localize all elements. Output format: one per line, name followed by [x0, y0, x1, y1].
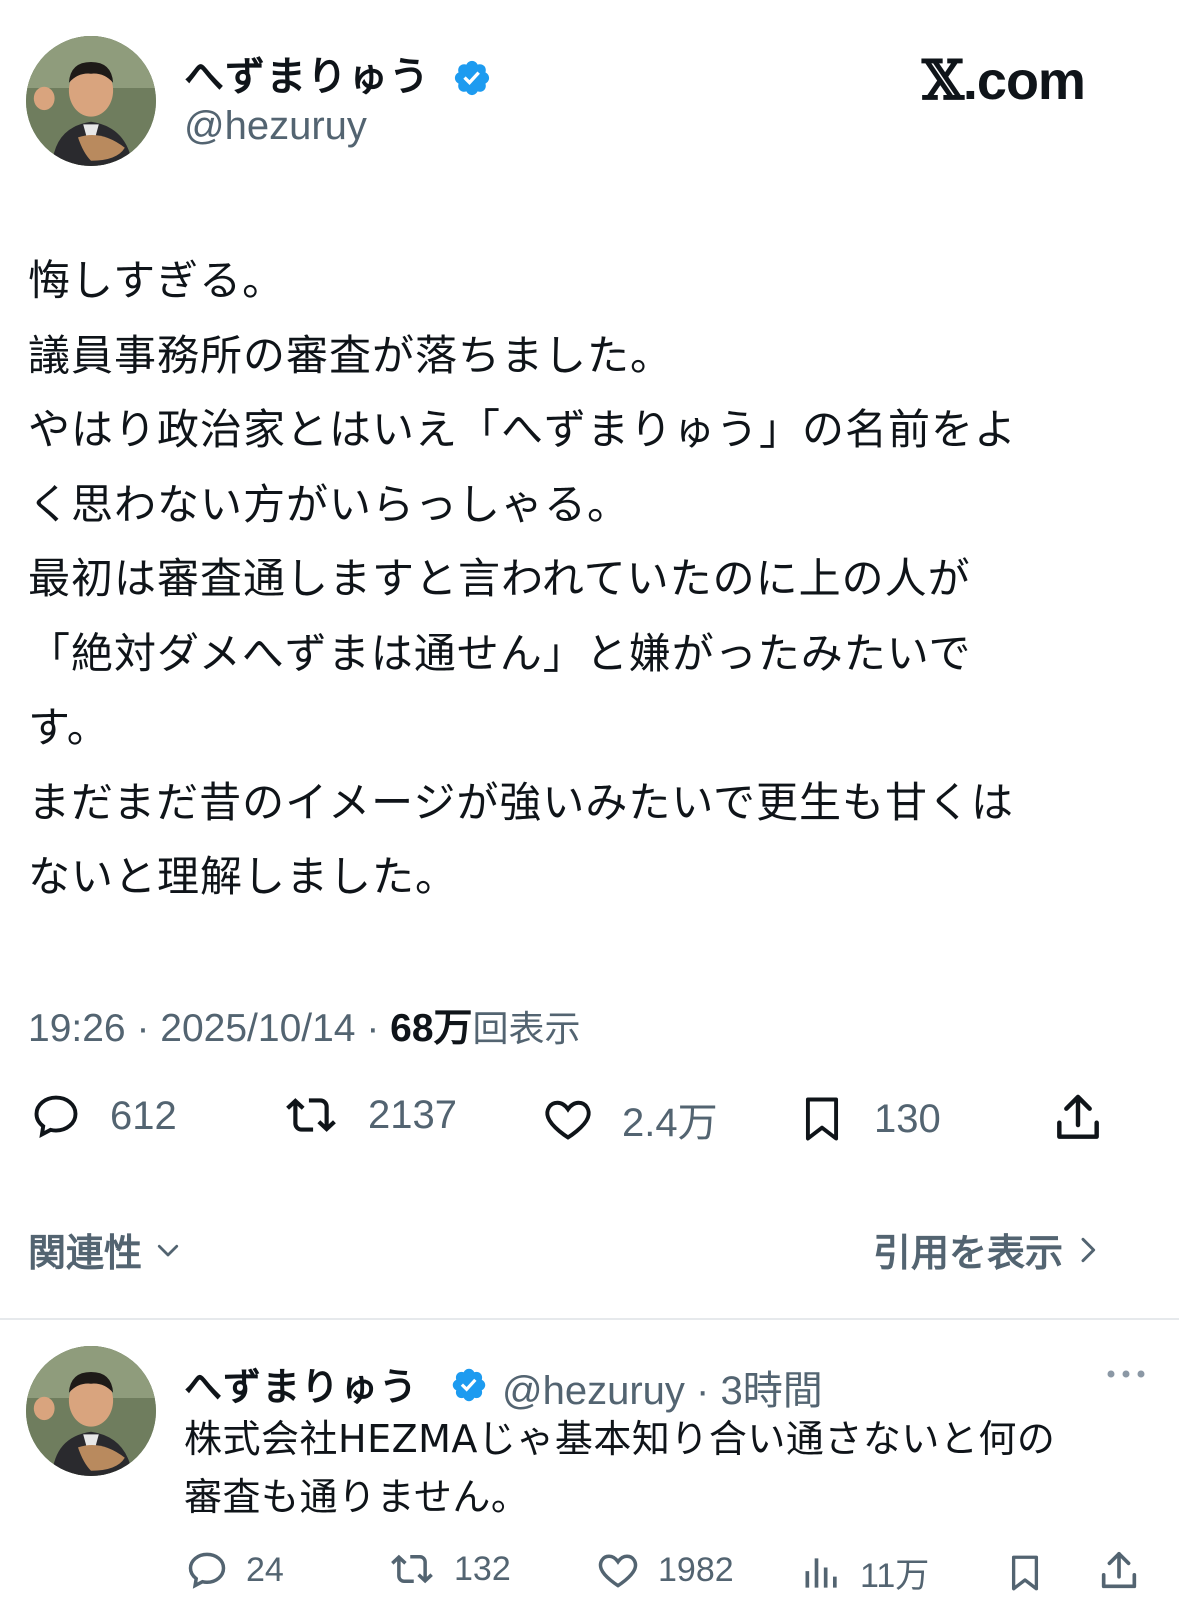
view-quotes-link[interactable]: 引用を表示	[873, 1222, 1103, 1277]
reply-time: 3時間	[720, 1369, 823, 1413]
chevron-right-icon	[1081, 1237, 1096, 1262]
share-icon	[1101, 1551, 1137, 1589]
bookmark-icon	[805, 1097, 839, 1141]
xcom-logo: 𝕏.com	[922, 48, 1086, 112]
chevron-down-icon	[157, 1244, 179, 1256]
reply-author-name[interactable]: へずまりゅう	[184, 1356, 418, 1411]
repost-button[interactable]: 2137	[280, 1090, 457, 1140]
bookmark-count: 130	[874, 1096, 941, 1141]
repost-count: 2137	[368, 1092, 457, 1137]
repost-icon	[391, 1554, 433, 1584]
bookmark-icon	[1011, 1555, 1039, 1591]
reply-text: 株式会社HEZMAじゃ基本知り合い通さないと何の 審査も通りません。	[184, 1417, 1056, 1519]
quotes-label: 引用を表示	[872, 1231, 1063, 1275]
views-count: 68万	[390, 1007, 473, 1050]
avatar-image	[26, 1346, 156, 1476]
reply-repost-button[interactable]: 132	[386, 1548, 511, 1590]
reply-icon	[34, 1095, 78, 1138]
reply-reply-button[interactable]: 24	[184, 1548, 284, 1592]
reply-button[interactable]: 612	[28, 1090, 177, 1142]
verified-badge-icon	[454, 60, 490, 96]
like-button[interactable]: 2.4万	[540, 1090, 718, 1148]
reply-handle-time: @hezuruy · 3時間	[502, 1358, 823, 1416]
share-button[interactable]	[1050, 1090, 1106, 1146]
avatar-image	[26, 36, 156, 166]
like-icon	[545, 1100, 591, 1140]
views-icon	[805, 1557, 837, 1588]
reply-like-button[interactable]: 1982	[594, 1548, 734, 1592]
meta-separator: ·	[366, 1007, 391, 1050]
reply-like-count: 1982	[658, 1550, 734, 1589]
reply-count: 612	[110, 1093, 177, 1138]
reply-views-count: 11万	[860, 1557, 930, 1595]
more-icon[interactable]	[1104, 1366, 1148, 1382]
reply-avatar[interactable]	[26, 1346, 156, 1476]
meta-separator: ·	[684, 1369, 721, 1413]
related-sort-toggle[interactable]: 関連性	[28, 1222, 188, 1277]
views-label: 回表示	[472, 1009, 581, 1050]
x-logo-icon: 𝕏	[922, 48, 964, 112]
reply-repost-count: 132	[454, 1549, 511, 1588]
avatar[interactable]	[26, 36, 156, 166]
like-icon	[598, 1554, 638, 1588]
reply-views-button[interactable]: 11万	[800, 1548, 929, 1597]
xcom-suffix: .com	[962, 51, 1086, 111]
divider	[0, 1318, 1179, 1320]
tweet-meta: 19:26 · 2025/10/14 · 68万回表示	[28, 997, 581, 1053]
author-name[interactable]: へずまりゅう	[184, 44, 430, 102]
reply-bookmark-button[interactable]	[1004, 1548, 1046, 1598]
reply-share-button[interactable]	[1096, 1548, 1142, 1594]
like-count: 2.4万	[622, 1101, 718, 1145]
author-handle[interactable]: @hezuruy	[184, 104, 367, 149]
tweet-text: 悔しすぎる。 議員事務所の審査が落ちました。 やはり政治家とはいえ「へずまりゅう…	[28, 256, 1018, 901]
tweet-date: 2025/10/14	[160, 1007, 356, 1050]
verified-badge-icon	[452, 1368, 486, 1402]
reply-author-handle[interactable]: @hezuruy	[502, 1369, 685, 1413]
meta-separator: ·	[136, 1007, 161, 1050]
bookmark-button[interactable]: 130	[796, 1090, 941, 1148]
repost-icon	[286, 1098, 336, 1132]
share-icon	[1057, 1094, 1099, 1139]
related-label: 関連性	[28, 1231, 143, 1275]
reply-icon	[188, 1552, 226, 1589]
reply-reply-count: 24	[246, 1550, 284, 1589]
tweet-time: 19:26	[28, 1007, 126, 1050]
